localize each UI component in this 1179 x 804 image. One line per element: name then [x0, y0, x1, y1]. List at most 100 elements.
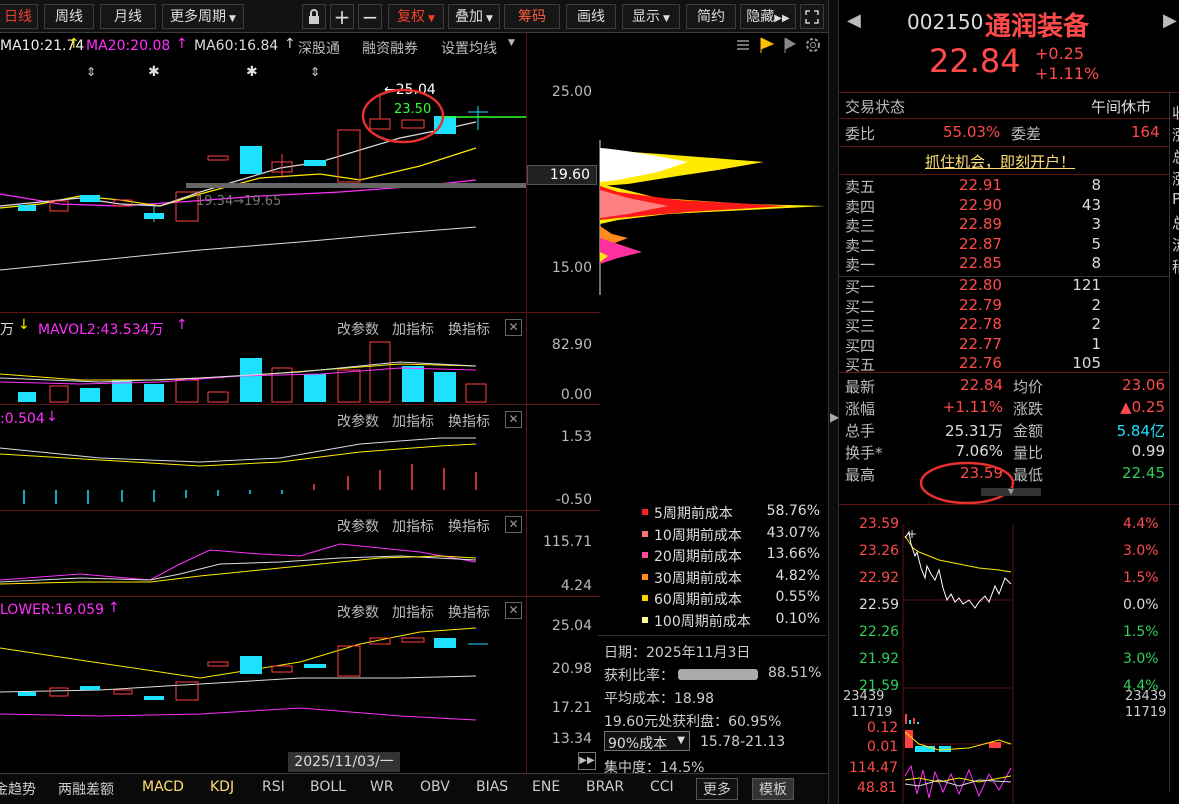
bid-row[interactable]: 买二 22.79 2	[839, 295, 1169, 316]
menu-margin[interactable]: 融资融券	[362, 38, 418, 58]
indicator-tab[interactable]: BIAS	[476, 779, 508, 795]
indicator-tab[interactable]: BOLL	[310, 779, 346, 795]
menu-shenguton[interactable]: 深股通	[298, 38, 340, 58]
stat-value: 23.06	[1122, 376, 1165, 394]
indicator-tab[interactable]: 更多	[696, 778, 738, 800]
level-label: 卖二	[845, 236, 876, 255]
hide-button[interactable]: 隐藏▶▶	[740, 4, 796, 29]
boll-params-button[interactable]: 改参数	[337, 602, 379, 622]
chip-date: 日期：2025年11月3日	[604, 645, 751, 661]
indicator-tab[interactable]: CCI	[650, 779, 674, 795]
close-icon[interactable]: ✕	[505, 602, 522, 619]
price-band	[186, 183, 526, 188]
ask-row[interactable]: 卖三 22.89 3	[839, 215, 1169, 235]
boll-y2: 20.98	[551, 661, 592, 677]
ask-row[interactable]: 卖五 22.91 8	[839, 176, 1169, 196]
boll-switch-button[interactable]: 换指标	[448, 602, 490, 622]
chip-info-panel: 日期：2025年11月3日 获利比率： 88.51% 平均成本：18.98 19…	[598, 635, 826, 776]
flag-icon[interactable]	[758, 36, 776, 58]
bid-row[interactable]: 买三 22.78 2	[839, 315, 1169, 335]
flag-gray-icon[interactable]	[782, 36, 798, 58]
bid-row[interactable]: 买一 22.80 121	[839, 276, 1169, 296]
stock-name: 通润装备	[985, 12, 1090, 42]
kdj-switch-button[interactable]: 换指标	[448, 516, 490, 536]
intraday-pct-tick: 3.0%	[1123, 543, 1159, 559]
scroll-right-icon[interactable]: ▶▶	[578, 752, 596, 770]
overlay-dropdown[interactable]: 叠加 ▼	[448, 4, 500, 29]
y-label-bottom: 15.00	[551, 260, 592, 276]
stat-value: 25.31万	[945, 422, 1003, 440]
fullscreen-icon[interactable]	[800, 4, 824, 29]
chip-distribution	[599, 140, 826, 295]
ask-row[interactable]: 卖一 22.85 8	[839, 254, 1169, 274]
boll-add-button[interactable]: 加指标	[392, 602, 434, 622]
legend-value: 0.55%	[775, 589, 820, 605]
promo-link[interactable]: 抓住机会，即刻开户！	[925, 151, 1075, 172]
boll-y4: 13.34	[551, 731, 592, 747]
next-stock-icon[interactable]: ▶	[1163, 10, 1177, 31]
kdj-params-button[interactable]: 改参数	[337, 516, 379, 536]
menu-set-ma[interactable]: 设置均线	[441, 38, 497, 58]
close-icon[interactable]: ✕	[505, 411, 522, 428]
indicator-tab[interactable]: 金趋势	[0, 779, 36, 799]
stat-label: 最低	[1013, 466, 1044, 484]
close-icon[interactable]: ✕	[505, 319, 522, 336]
stock-code: 002150	[907, 10, 984, 34]
ma60-label: MA60:16.84	[194, 38, 279, 54]
side-info-char: 总	[1172, 212, 1179, 233]
bid-row[interactable]: 买五 22.76 105	[839, 354, 1169, 374]
level-price: 22.76	[959, 354, 1002, 373]
indicator-tab[interactable]: WR	[370, 779, 394, 795]
ma60-arrow-icon: ↑	[284, 36, 296, 52]
bid-row[interactable]: 买四 22.77 1	[839, 334, 1169, 355]
side-info-char: 流	[1172, 234, 1179, 255]
expand-icon[interactable]: ▼	[981, 488, 1041, 496]
indicator-tab[interactable]: OBV	[420, 779, 450, 795]
level-label: 卖四	[845, 197, 876, 216]
weicha-value: 164	[1131, 123, 1160, 141]
simple-button[interactable]: 简约	[686, 4, 736, 29]
cost-select-value: 90%成本	[608, 736, 668, 752]
zoom-out-icon[interactable]: −	[358, 4, 382, 29]
indicator-tab[interactable]: RSI	[262, 779, 285, 795]
tab-monthly[interactable]: 月线	[100, 4, 156, 29]
zoom-in-icon[interactable]: +	[330, 4, 354, 29]
avg-cost: 平均成本：18.98	[604, 691, 715, 707]
intraday-kdj	[904, 764, 1012, 799]
settings-gear-icon[interactable]	[804, 36, 822, 58]
indicator-tab[interactable]: 模板	[752, 778, 794, 800]
stat-label: 总手	[845, 422, 876, 440]
tab-weekly[interactable]: 周线	[44, 4, 94, 29]
fuquan-dropdown[interactable]: 复权 ▼	[388, 4, 444, 29]
kdj-add-button[interactable]: 加指标	[392, 516, 434, 536]
lock-icon[interactable]	[302, 4, 326, 29]
close-icon[interactable]: ✕	[505, 516, 522, 533]
indicator-tab[interactable]: BRAR	[586, 779, 624, 795]
draw-button[interactable]: 画线	[566, 4, 616, 29]
chip-legend-row: 100周期前成本 0.10%	[636, 610, 826, 630]
cost-select[interactable]: 90%成本 ▼	[604, 731, 690, 752]
level-volume: 1	[1091, 334, 1101, 353]
indicator-tab[interactable]: KDJ	[210, 779, 234, 795]
ask-row[interactable]: 卖四 22.90 43	[839, 196, 1169, 216]
legend-label: 30周期前成本	[654, 570, 742, 587]
list-icon[interactable]	[736, 38, 750, 56]
low-price-label: 19.34→19.65	[196, 194, 281, 209]
more-period-dropdown[interactable]: 更多周期 ▼	[162, 4, 244, 29]
prev-stock-icon[interactable]: ◀	[847, 10, 861, 31]
level-volume: 105	[1072, 354, 1101, 373]
level-volume: 2	[1091, 315, 1101, 334]
indicator-tab[interactable]: 两融差额	[58, 779, 114, 799]
legend-swatch	[642, 552, 648, 558]
indicator-tab[interactable]: MACD	[142, 779, 184, 795]
level-volume: 2	[1091, 295, 1101, 314]
macd-y-top: 1.53	[560, 429, 592, 445]
display-dropdown[interactable]: 显示 ▼	[622, 4, 680, 29]
chips-button[interactable]: 筹码	[504, 4, 560, 29]
panel-splitter[interactable]: ▶	[828, 0, 839, 804]
tab-daily[interactable]: 日线	[0, 4, 38, 29]
ask-row[interactable]: 卖二 22.87 5	[839, 235, 1169, 255]
indicator-tab[interactable]: ENE	[532, 779, 560, 795]
quote-panel: ◀ 002150 通润装备 ▶ 22.84 +0.25 +1.11% 交易状态 …	[838, 0, 1179, 804]
ikdj-bot: 48.81	[857, 780, 898, 796]
